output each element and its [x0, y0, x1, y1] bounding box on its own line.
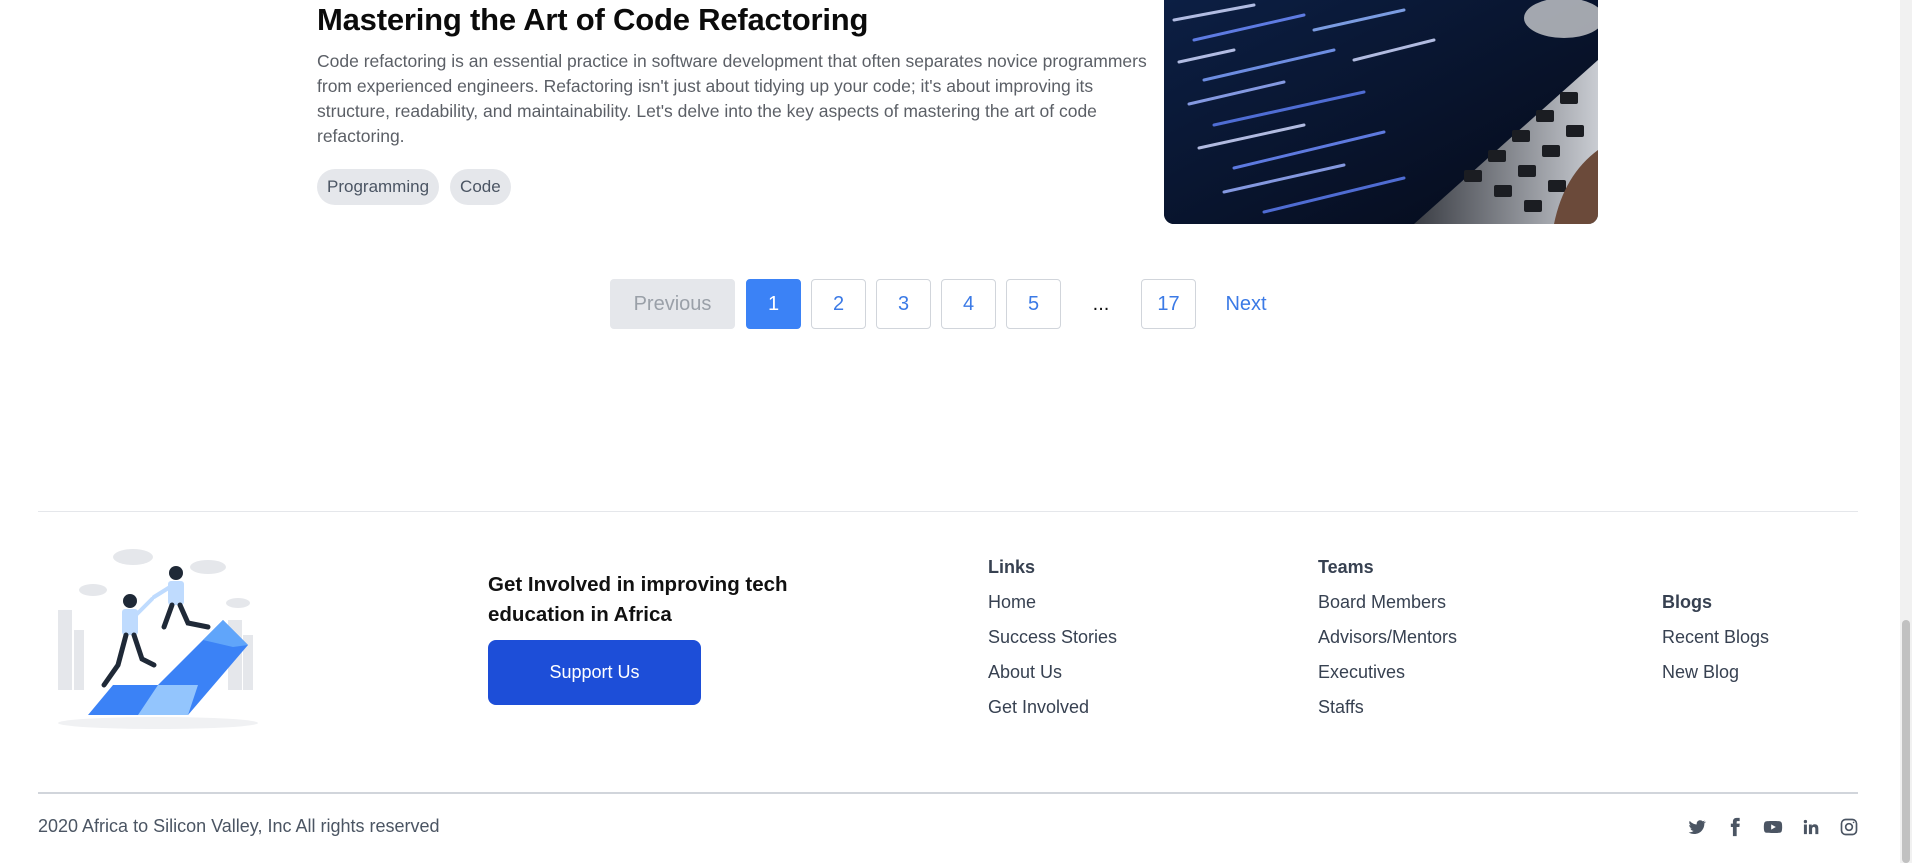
instagram-icon[interactable]	[1839, 817, 1859, 837]
linkedin-icon[interactable]	[1801, 817, 1821, 837]
post-title[interactable]: Mastering the Art of Code Refactoring	[317, 0, 868, 40]
youtube-icon[interactable]	[1763, 817, 1783, 837]
page-1-button[interactable]: 1	[746, 279, 801, 329]
post-image[interactable]	[1164, 0, 1598, 224]
footer-link-get-involved[interactable]: Get Involved	[988, 697, 1089, 718]
footer-link-staffs[interactable]: Staffs	[1318, 697, 1364, 718]
copyright-text: 2020 Africa to Silicon Valley, Inc All r…	[38, 816, 440, 836]
pagination: Previous 1 2 3 4 5 ... 17 Next	[610, 279, 1286, 329]
post-tags: Programming Code	[317, 169, 511, 205]
blogs-heading: Blogs	[1662, 592, 1713, 612]
page-2-button[interactable]: 2	[811, 279, 866, 329]
footer-link-executives[interactable]: Executives	[1318, 662, 1405, 683]
next-page-button[interactable]: Next	[1206, 279, 1286, 329]
teams-heading: Teams	[1318, 557, 1374, 577]
footer-link-advisors-mentors[interactable]: Advisors/Mentors	[1318, 627, 1457, 648]
page-4-button[interactable]: 4	[941, 279, 996, 329]
footer-link-board-members[interactable]: Board Members	[1318, 592, 1446, 613]
footer-link-new-blog[interactable]: New Blog	[1662, 662, 1739, 683]
facebook-icon[interactable]	[1725, 817, 1745, 837]
page-3-button[interactable]: 3	[876, 279, 931, 329]
footer-link-about-us[interactable]: About Us	[988, 662, 1062, 683]
cta-heading: Get Involved in improving tech education…	[488, 573, 788, 626]
footer-link-home[interactable]: Home	[988, 592, 1036, 613]
footer-top-divider	[38, 511, 1858, 512]
footer-illustration	[38, 535, 278, 730]
support-us-button[interactable]: Support Us	[488, 640, 701, 705]
tag-code[interactable]: Code	[450, 169, 511, 205]
previous-page-button[interactable]: Previous	[610, 279, 735, 329]
scrollbar-thumb[interactable]	[1902, 620, 1910, 863]
twitter-icon[interactable]	[1687, 817, 1707, 837]
pagination-ellipsis: ...	[1071, 279, 1131, 329]
footer-link-success-stories[interactable]: Success Stories	[988, 627, 1117, 648]
footer-link-recent-blogs[interactable]: Recent Blogs	[1662, 627, 1769, 648]
post-excerpt: Code refactoring is an essential practic…	[317, 51, 1147, 146]
tag-programming[interactable]: Programming	[317, 169, 440, 205]
page-5-button[interactable]: 5	[1006, 279, 1061, 329]
page-17-button[interactable]: 17	[1141, 279, 1196, 329]
links-heading: Links	[988, 557, 1036, 577]
footer-bottom-divider	[38, 792, 1858, 794]
